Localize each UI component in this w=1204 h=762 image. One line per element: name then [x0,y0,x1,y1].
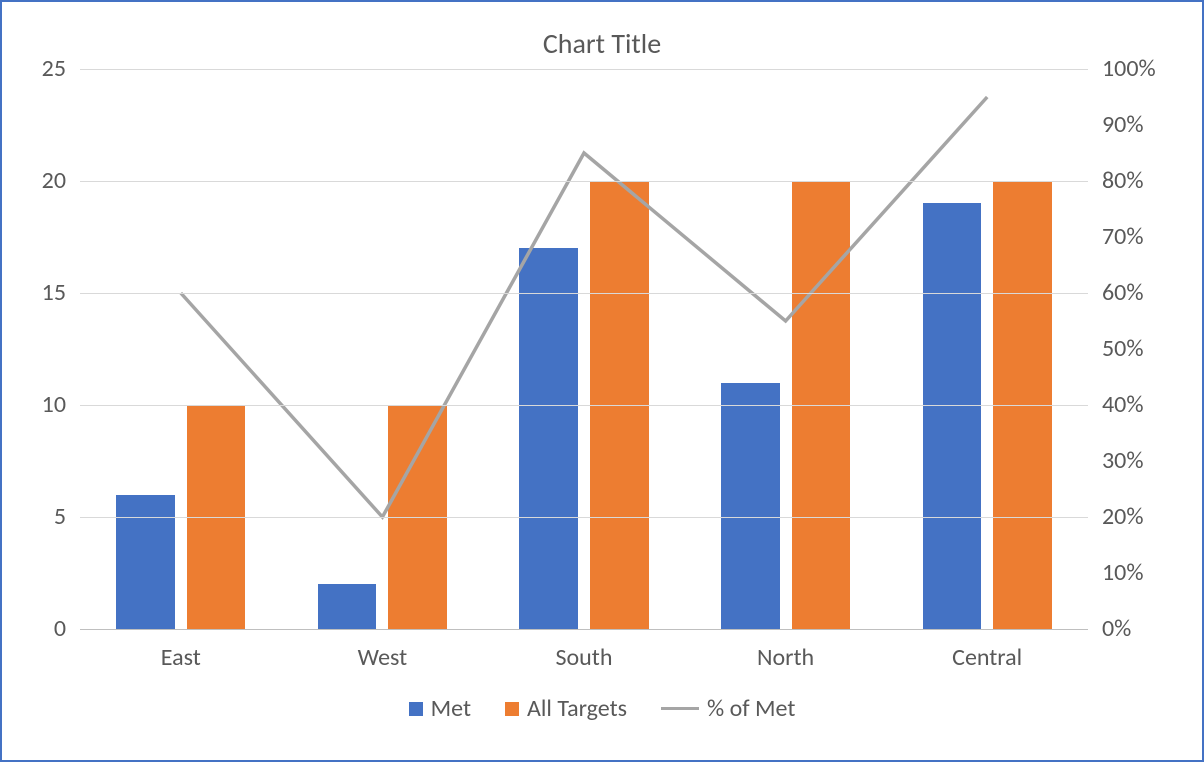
legend-label-all-targets: All Targets [527,694,627,723]
secondary-axis-tick-label: 10% [1102,561,1143,585]
legend-item-all-targets: All Targets [505,694,627,723]
legend: Met All Targets % of Met [16,694,1188,723]
gridline [80,181,1088,182]
legend-label-met: Met [431,694,471,723]
gridline [80,629,1088,630]
primary-axis-tick-label: 10 [42,393,66,417]
secondary-axis-tick-label: 30% [1102,449,1143,473]
legend-item-met: Met [409,694,471,723]
primary-axis-tick-label: 15 [42,281,66,305]
secondary-axis-tick-label: 100% [1102,57,1156,81]
secondary-axis-tick-label: 90% [1102,113,1143,137]
legend-swatch-all-targets [505,702,519,716]
legend-item-pct-met: % of Met [661,694,795,723]
plot-area: 05101520250%10%20%30%40%50%60%70%80%90%1… [80,69,1088,629]
legend-swatch-pct-met [661,707,699,710]
x-axis-tick-label: East [80,643,282,672]
primary-axis-tick-label: 25 [42,57,66,81]
legend-swatch-met [409,702,423,716]
secondary-axis-tick-label: 70% [1102,225,1143,249]
primary-axis-tick-label: 0 [54,617,66,641]
secondary-axis-tick-label: 50% [1102,337,1143,361]
primary-axis-tick-label: 20 [42,169,66,193]
gridline [80,517,1088,518]
secondary-axis-tick-label: 80% [1102,169,1143,193]
primary-axis-tick-label: 5 [54,505,66,529]
gridline [80,405,1088,406]
line-pct-of-met [181,97,987,517]
legend-label-pct-met: % of Met [707,694,795,723]
secondary-axis-tick-label: 20% [1102,505,1143,529]
x-axis: EastWestSouthNorthCentral [80,643,1088,672]
x-axis-tick-label: Central [886,643,1088,672]
secondary-axis-tick-label: 0% [1102,617,1131,641]
x-axis-tick-label: North [685,643,887,672]
secondary-axis-tick-label: 60% [1102,281,1143,305]
chart-frame: Chart Title 05101520250%10%20%30%40%50%6… [0,0,1204,762]
chart-title: Chart Title [16,26,1188,61]
gridline [80,293,1088,294]
gridline [80,69,1088,70]
secondary-axis-tick-label: 40% [1102,393,1143,417]
x-axis-tick-label: West [282,643,484,672]
x-axis-tick-label: South [483,643,685,672]
